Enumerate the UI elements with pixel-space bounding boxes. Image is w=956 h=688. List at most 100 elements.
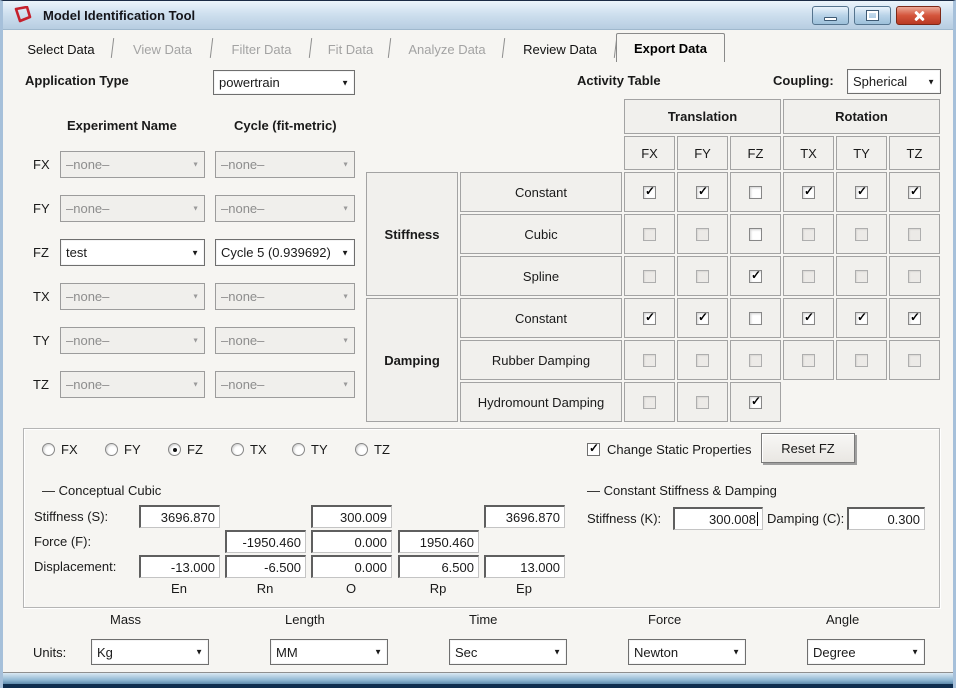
activity-checkbox-cell[interactable] <box>836 172 887 212</box>
radio-icon <box>231 443 244 456</box>
activity-checkbox-cell[interactable] <box>677 298 728 338</box>
activity-checkbox-cell[interactable] <box>624 298 675 338</box>
activity-checkbox-cell[interactable] <box>783 298 834 338</box>
tab-export-data[interactable]: Export Data <box>616 33 725 62</box>
activity-checkbox-cell[interactable] <box>730 382 781 422</box>
activity-checkbox-cell <box>783 340 834 380</box>
change-static-properties-checkbox[interactable]: Change Static Properties <box>587 442 752 457</box>
damping-c-field[interactable]: 0.300 <box>847 507 925 530</box>
title-bar[interactable]: Model Identification Tool <box>3 1 953 30</box>
checkbox <box>908 312 921 325</box>
checkbox <box>643 228 656 241</box>
dof-radio-fz[interactable]: FZ <box>168 442 203 457</box>
dof-radio-tx[interactable]: TX <box>231 442 267 457</box>
tab-review-data[interactable]: Review Data <box>504 36 616 62</box>
displacement-rn-field[interactable]: -6.500 <box>225 555 306 578</box>
cycle-fit-metric-header: Cycle (fit-metric) <box>234 118 337 133</box>
checkbox <box>855 312 868 325</box>
activity-checkbox-cell[interactable] <box>730 172 781 212</box>
dropdown-arrow-icon: ▼ <box>192 293 199 300</box>
application-type-select[interactable]: powertrain▼ <box>213 70 355 95</box>
checkbox <box>643 186 656 199</box>
checkbox <box>908 228 921 241</box>
editor-panel: FX FY FZ TX TY TZ Change Static Properti… <box>23 428 940 608</box>
activity-table-title: Activity Table <box>577 73 661 88</box>
angle-unit-select[interactable]: Degree▼ <box>807 639 925 665</box>
time-unit-select[interactable]: Sec▼ <box>449 639 567 665</box>
force-rp-field[interactable]: 1950.460 <box>398 530 479 553</box>
checkbox <box>749 312 762 325</box>
close-button[interactable] <box>896 6 941 25</box>
column-header-fy: FY <box>677 136 728 170</box>
displacement-ep-field[interactable]: 13.000 <box>484 555 565 578</box>
activity-checkbox-cell[interactable] <box>836 298 887 338</box>
activity-checkbox-cell[interactable] <box>624 172 675 212</box>
displacement-en-field[interactable]: -13.000 <box>139 555 220 578</box>
length-header: Length <box>285 612 325 627</box>
cycle-select-fx: –none–▼ <box>215 151 355 178</box>
experiment-select-fz[interactable]: test▼ <box>60 239 205 266</box>
activity-checkbox-cell <box>677 382 728 422</box>
col-label-ep: Ep <box>484 581 564 596</box>
maximize-button[interactable] <box>854 6 891 25</box>
activity-checkbox-cell <box>836 214 887 254</box>
tab-analyze-data: Analyze Data <box>390 36 504 62</box>
checkbox <box>855 354 868 367</box>
force-unit-select[interactable]: Newton▼ <box>628 639 746 665</box>
row-label: Constant <box>460 298 622 338</box>
dof-radio-ty[interactable]: TY <box>292 442 328 457</box>
activity-checkbox-cell <box>730 340 781 380</box>
dof-label-fy: FY <box>33 201 50 216</box>
checkbox <box>696 312 709 325</box>
activity-checkbox-cell[interactable] <box>730 214 781 254</box>
experiment-row-fy: FY –none–▼ –none–▼ <box>3 195 363 222</box>
stiffness-o-field[interactable]: 300.009 <box>311 505 392 528</box>
conceptual-cubic-title: — Conceptual Cubic <box>42 483 161 498</box>
constant-sd-title: — Constant Stiffness & Damping <box>587 483 777 498</box>
angle-header: Angle <box>826 612 859 627</box>
stiffness-en-field[interactable]: 3696.870 <box>139 505 220 528</box>
checkbox <box>643 312 656 325</box>
activity-checkbox-cell[interactable] <box>730 256 781 296</box>
activity-checkbox-cell[interactable] <box>889 298 940 338</box>
stiffness-ep-field[interactable]: 3696.870 <box>484 505 565 528</box>
coupling-label: Coupling: <box>773 73 834 88</box>
activity-checkbox-cell[interactable] <box>677 172 728 212</box>
cycle-select-fz[interactable]: Cycle 5 (0.939692)▼ <box>215 239 355 266</box>
checkbox <box>855 186 868 199</box>
dropdown-arrow-icon: ▼ <box>342 161 349 168</box>
translation-header: Translation <box>624 99 781 134</box>
dof-radio-tz[interactable]: TZ <box>355 442 390 457</box>
dof-label-tx: TX <box>33 289 50 304</box>
dof-radio-fy[interactable]: FY <box>105 442 141 457</box>
experiment-select-tx: –none–▼ <box>60 283 205 310</box>
activity-checkbox-cell[interactable] <box>889 172 940 212</box>
activity-checkbox-cell[interactable] <box>730 298 781 338</box>
dof-radio-fx[interactable]: FX <box>42 442 78 457</box>
window-title: Model Identification Tool <box>43 8 195 23</box>
activity-checkbox-cell <box>677 256 728 296</box>
displacement-rp-field[interactable]: 6.500 <box>398 555 479 578</box>
experiment-select-fy: –none–▼ <box>60 195 205 222</box>
checkbox <box>696 270 709 283</box>
column-header-ty: TY <box>836 136 887 170</box>
activity-checkbox-cell[interactable] <box>783 172 834 212</box>
tab-select-data[interactable]: Select Data <box>9 36 113 62</box>
mass-unit-select[interactable]: Kg▼ <box>91 639 209 665</box>
coupling-select[interactable]: Spherical▼ <box>847 69 941 94</box>
stiffness-group-label: Stiffness <box>366 172 458 296</box>
length-unit-select[interactable]: MM▼ <box>270 639 388 665</box>
force-rn-field[interactable]: -1950.460 <box>225 530 306 553</box>
time-header: Time <box>469 612 497 627</box>
minimize-button[interactable] <box>812 6 849 25</box>
checkbox <box>643 270 656 283</box>
column-header-fz: FZ <box>730 136 781 170</box>
force-header: Force <box>648 612 681 627</box>
displacement-o-field[interactable]: 0.000 <box>311 555 392 578</box>
row-label: Spline <box>460 256 622 296</box>
stiffness-k-field[interactable]: 300.008 <box>673 507 763 530</box>
force-o-field[interactable]: 0.000 <box>311 530 392 553</box>
reset-fz-button[interactable]: Reset FZ <box>761 433 855 463</box>
close-icon <box>913 10 925 22</box>
checkbox <box>802 312 815 325</box>
